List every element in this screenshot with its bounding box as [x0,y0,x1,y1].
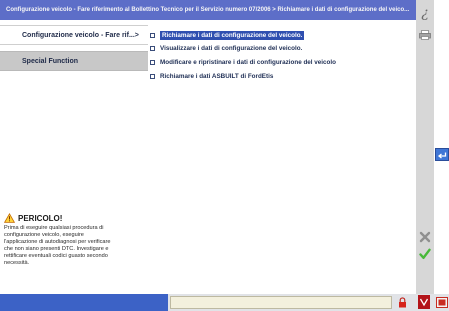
bullet-icon [150,59,155,65]
menu-item-visualizzare-configurazione[interactable]: Visualizzare i dati di configurazione de… [150,42,302,54]
right-toolbar: ¿ [416,0,434,294]
print-icon[interactable] [419,30,431,40]
menu-item-richiamare-configurazione[interactable]: Richiamare i dati di configurazione del … [150,29,305,41]
menu-item-label: Visualizzare i dati di configurazione de… [160,44,303,52]
title-bar-text: Configurazione veicolo - Fare riferiment… [6,7,410,13]
menu-item-label: Modificare e ripristinare i dati di conf… [160,58,336,66]
checkmark-icon[interactable] [419,248,431,260]
status-field [170,296,392,309]
bullet-icon [150,45,155,51]
menu-list: Richiamare i dati di configurazione del … [148,20,416,294]
lock-icon [398,297,407,308]
svg-text:¿: ¿ [421,5,429,20]
window-icon[interactable] [436,297,448,308]
title-bar: Configurazione veicolo - Fare riferiment… [0,0,416,20]
menu-item-label: Richiamare i dati di configurazione del … [160,30,305,40]
connection-status-icon [418,295,430,309]
tab-configurazione-veicolo[interactable]: Configurazione veicolo - Fare rif...> [0,25,148,45]
status-progress-area [0,294,168,311]
warning-text: Prima di eseguire qualsiasi procedura di… [4,225,111,266]
menu-item-richiamare-asbuilt[interactable]: Richiamare i dati ASBUILT di FordEtis [150,70,273,82]
bullet-icon [150,73,155,79]
back-arrow-icon[interactable] [435,148,449,161]
help-icon[interactable]: ¿ [417,4,433,20]
menu-item-modificare-configurazione[interactable]: Modificare e ripristinare i dati di conf… [150,56,336,68]
warning-panel: PERICOLO! Prima di eseguire qualsiasi pr… [0,210,148,294]
tab-special-function[interactable]: Special Function [0,51,148,71]
menu-item-label: Richiamare i dati ASBUILT di FordEtis [160,72,274,80]
tab-label: Special Function [22,57,79,65]
warning-heading: PERICOLO! [18,213,63,223]
warning-triangle-icon [4,213,15,223]
tab-label: Configurazione veicolo - Fare rif...> [22,31,139,39]
right-edge-panel [434,0,449,311]
cancel-x-icon[interactable] [419,231,431,243]
bullet-icon [150,32,155,38]
